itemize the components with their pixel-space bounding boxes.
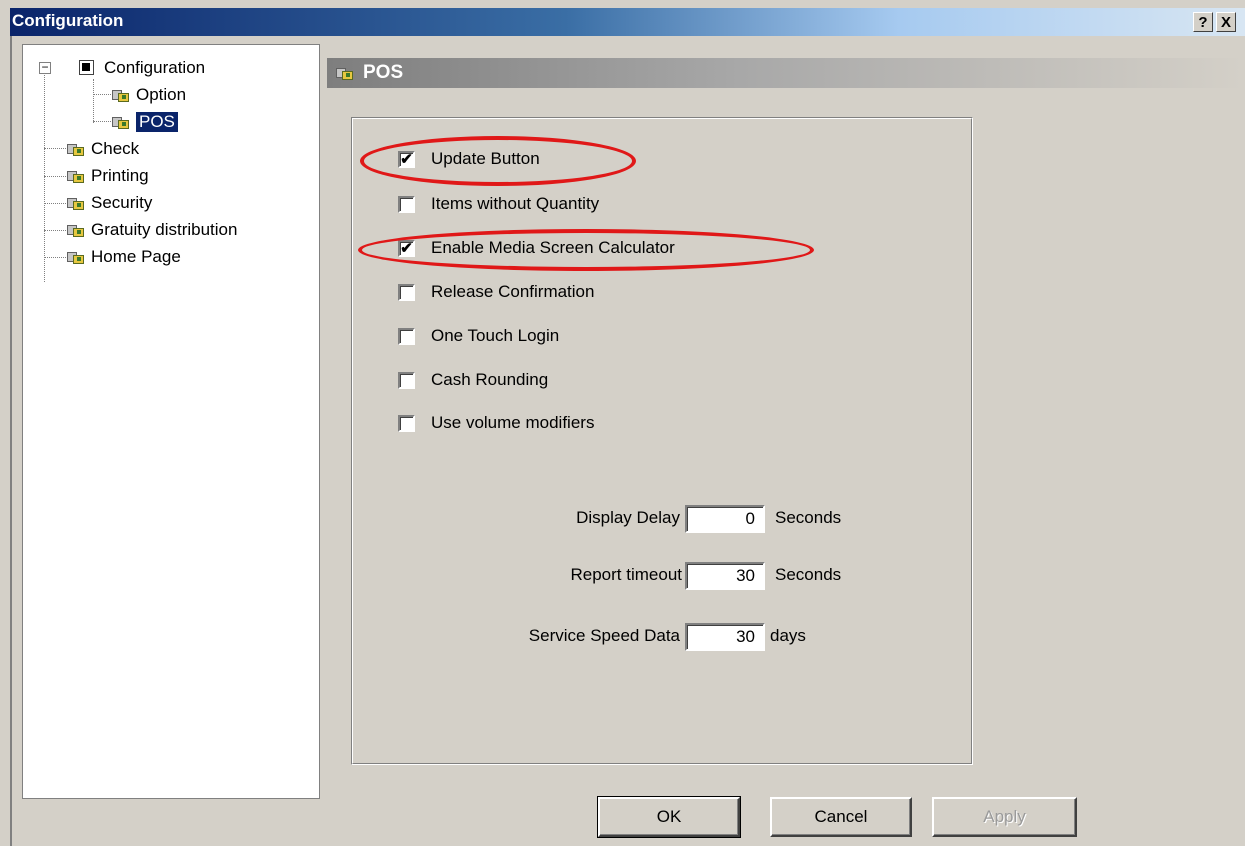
collapse-icon[interactable]: −	[39, 61, 51, 74]
tree-item-label: POS	[136, 112, 178, 132]
tree-item-label: Gratuity distribution	[91, 220, 238, 239]
title-bar: Configuration ? X	[10, 8, 1245, 36]
checkbox-label: Cash Rounding	[431, 370, 549, 389]
service-speed-data-input[interactable]: 30	[685, 623, 765, 651]
release-confirmation-option[interactable]: Release Confirmation	[398, 281, 594, 303]
panel-title: POS	[363, 62, 404, 83]
panel-header: POS	[327, 58, 1245, 88]
tree-line	[44, 203, 66, 204]
tree-item-configuration[interactable]: Configuration	[78, 57, 205, 79]
close-button[interactable]: X	[1216, 12, 1236, 32]
settings-icon	[111, 88, 131, 103]
window-title: Configuration	[12, 11, 124, 30]
tree-item-label: Configuration	[104, 58, 206, 77]
window-border	[10, 36, 12, 846]
tree-line	[44, 148, 66, 149]
settings-icon	[66, 142, 86, 157]
tree-line	[44, 73, 45, 282]
tree-line	[93, 79, 94, 123]
service-speed-data-label: Service Speed Data	[528, 626, 680, 645]
tree-line	[44, 257, 66, 258]
checkbox-label: One Touch Login	[431, 326, 560, 345]
display-delay-unit: Seconds	[775, 508, 842, 527]
tree-line	[93, 94, 111, 95]
tree-item-label: Security	[91, 193, 153, 212]
settings-icon	[111, 115, 131, 130]
checkbox-label: Release Confirmation	[431, 282, 595, 301]
tree-line	[93, 121, 111, 122]
one-touch-login-option[interactable]: One Touch Login	[398, 325, 559, 347]
configuration-tree[interactable]: − Configuration Option POS Check Printin…	[22, 44, 320, 799]
settings-icon	[66, 169, 86, 184]
settings-icon	[66, 250, 86, 265]
ok-button[interactable]: OK	[597, 796, 741, 838]
settings-icon	[66, 196, 86, 211]
display-delay-input[interactable]: 0	[685, 505, 765, 533]
annotation-ellipse	[360, 136, 636, 186]
tree-item-label: Home Page	[91, 247, 181, 266]
annotation-ellipse	[358, 229, 814, 271]
cancel-button[interactable]: Cancel	[770, 797, 912, 837]
cash-rounding-option[interactable]: Cash Rounding	[398, 369, 548, 391]
tree-item-label: Check	[91, 139, 140, 158]
tree-item-printing[interactable]: Printing	[66, 165, 149, 187]
items-without-quantity-checkbox[interactable]	[398, 195, 415, 213]
tree-item-label: Printing	[91, 166, 149, 185]
checkbox-label: Use volume modifiers	[431, 413, 595, 432]
settings-icon	[335, 66, 355, 81]
report-timeout-label: Report timeout	[570, 565, 683, 584]
tree-line	[44, 230, 66, 231]
service-speed-data-unit: days	[770, 626, 806, 645]
tree-item-check[interactable]: Check	[66, 138, 139, 160]
apply-button[interactable]: Apply	[932, 797, 1077, 837]
report-timeout-unit: Seconds	[775, 565, 842, 584]
tree-root-icon	[78, 59, 96, 77]
tree-item-home-page[interactable]: Home Page	[66, 246, 181, 268]
items-without-quantity-option[interactable]: Items without Quantity	[398, 193, 599, 215]
report-timeout-input[interactable]: 30	[685, 562, 765, 590]
tree-item-security[interactable]: Security	[66, 192, 152, 214]
help-button[interactable]: ?	[1193, 12, 1213, 32]
checkbox-label: Items without Quantity	[431, 194, 600, 213]
cash-rounding-checkbox[interactable]	[398, 371, 415, 389]
release-confirmation-checkbox[interactable]	[398, 283, 415, 301]
tree-item-label: Option	[136, 85, 187, 104]
use-volume-modifiers-checkbox[interactable]	[398, 414, 415, 432]
tree-item-gratuity-distribution[interactable]: Gratuity distribution	[66, 219, 237, 241]
display-delay-label: Display Delay	[576, 508, 680, 527]
tree-item-option[interactable]: Option	[111, 84, 186, 106]
one-touch-login-checkbox[interactable]	[398, 327, 415, 345]
tree-line	[44, 176, 66, 177]
use-volume-modifiers-option[interactable]: Use volume modifiers	[398, 412, 594, 434]
settings-icon	[66, 223, 86, 238]
tree-item-pos[interactable]: POS	[111, 111, 178, 133]
